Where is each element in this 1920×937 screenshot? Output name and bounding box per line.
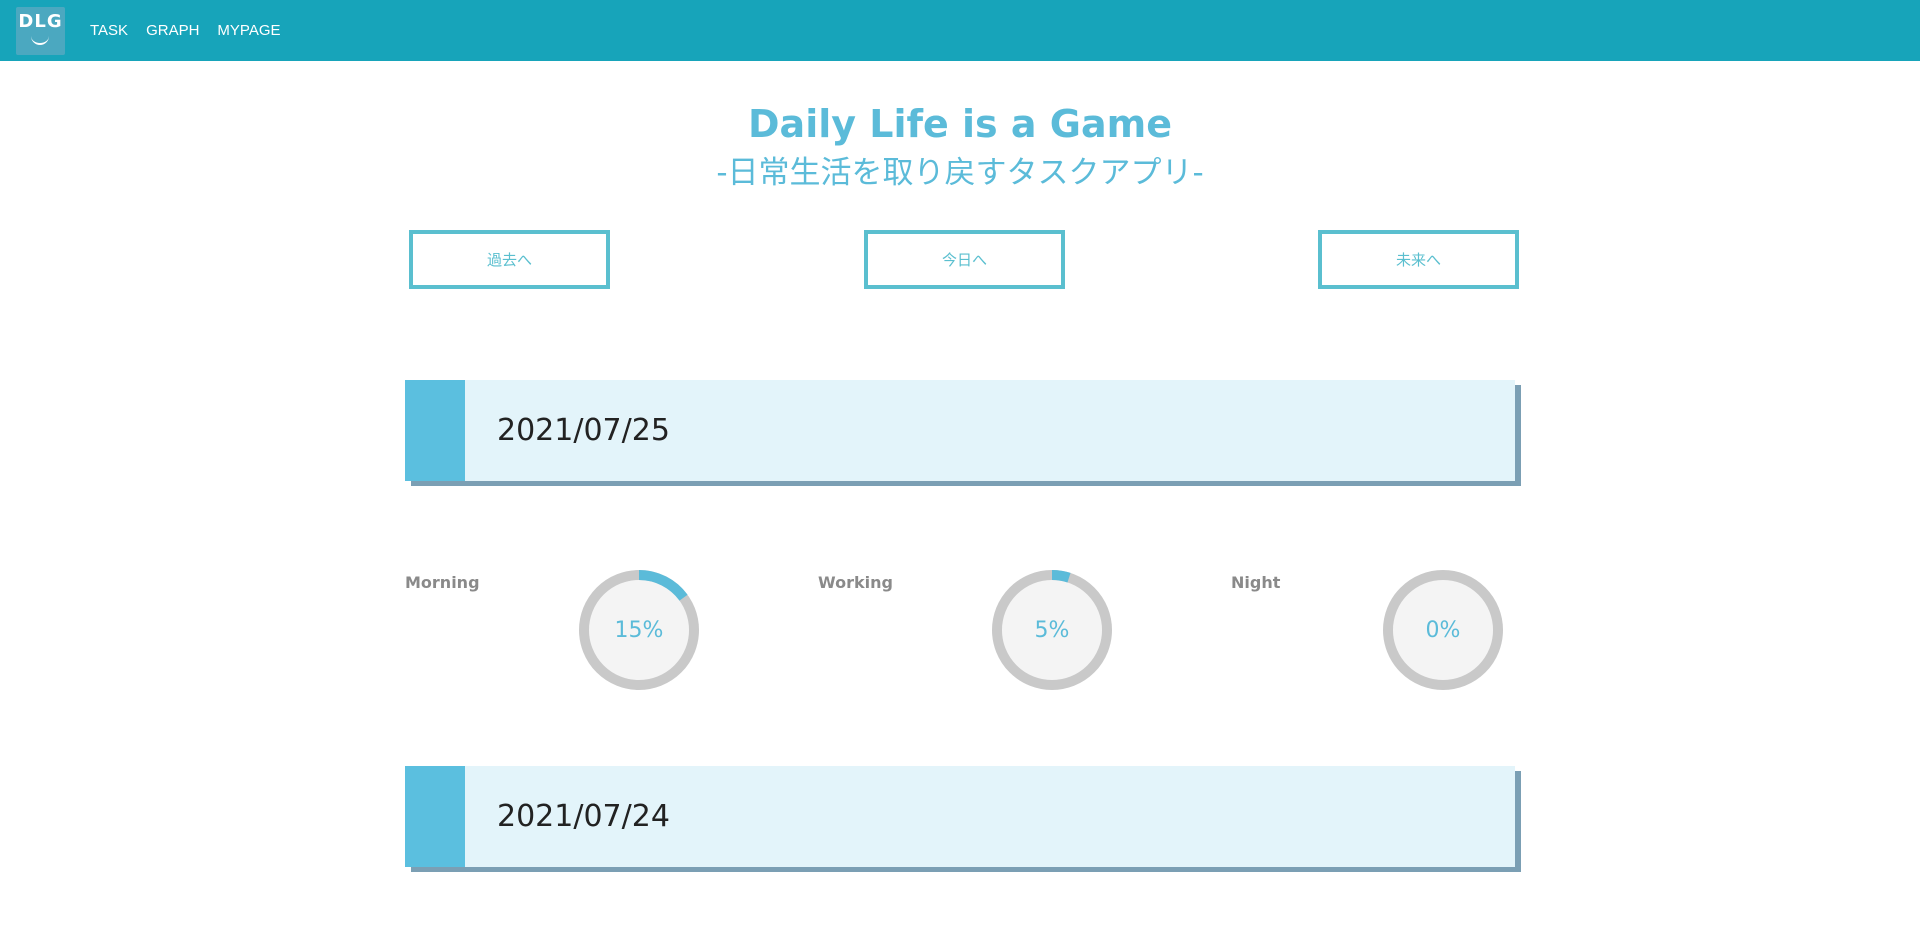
progress-label-night: Night xyxy=(1231,573,1281,592)
logo-smile-icon xyxy=(31,33,49,45)
future-button[interactable]: 未来へ xyxy=(1318,230,1519,289)
date-header-accent xyxy=(405,380,465,481)
today-button[interactable]: 今日へ xyxy=(864,230,1065,289)
progress-label-morning: Morning xyxy=(405,573,480,592)
page-subtitle: -日常生活を取り戻すタスクアプリ- xyxy=(716,155,1204,191)
logo-text: DLG xyxy=(18,10,63,32)
nav-links: TASK GRAPH MYPAGE xyxy=(90,22,281,39)
nav-link-mypage[interactable]: MYPAGE xyxy=(217,22,280,39)
date-header-text: 2021/07/25 xyxy=(497,413,670,448)
date-header: 2021/07/25 xyxy=(405,380,1515,481)
progress-percent-working: 5% xyxy=(1034,617,1070,643)
date-header: 2021/07/24 xyxy=(405,766,1515,867)
app-logo[interactable]: DLG xyxy=(16,6,65,55)
progress-ring-morning: 15% xyxy=(578,569,700,691)
top-navbar: DLG TASK GRAPH MYPAGE xyxy=(0,0,1920,61)
past-button[interactable]: 過去へ xyxy=(409,230,610,289)
progress-label-working: Working xyxy=(818,573,893,592)
progress-ring-night: 0% xyxy=(1382,569,1504,691)
progress-percent-morning: 15% xyxy=(614,617,664,643)
page-title: Daily Life is a Game xyxy=(748,102,1172,146)
date-header-text: 2021/07/24 xyxy=(497,799,670,834)
progress-ring-working: 5% xyxy=(991,569,1113,691)
nav-link-task[interactable]: TASK xyxy=(90,22,128,39)
progress-percent-night: 0% xyxy=(1425,617,1461,643)
date-header-accent xyxy=(405,766,465,867)
nav-link-graph[interactable]: GRAPH xyxy=(146,22,199,39)
